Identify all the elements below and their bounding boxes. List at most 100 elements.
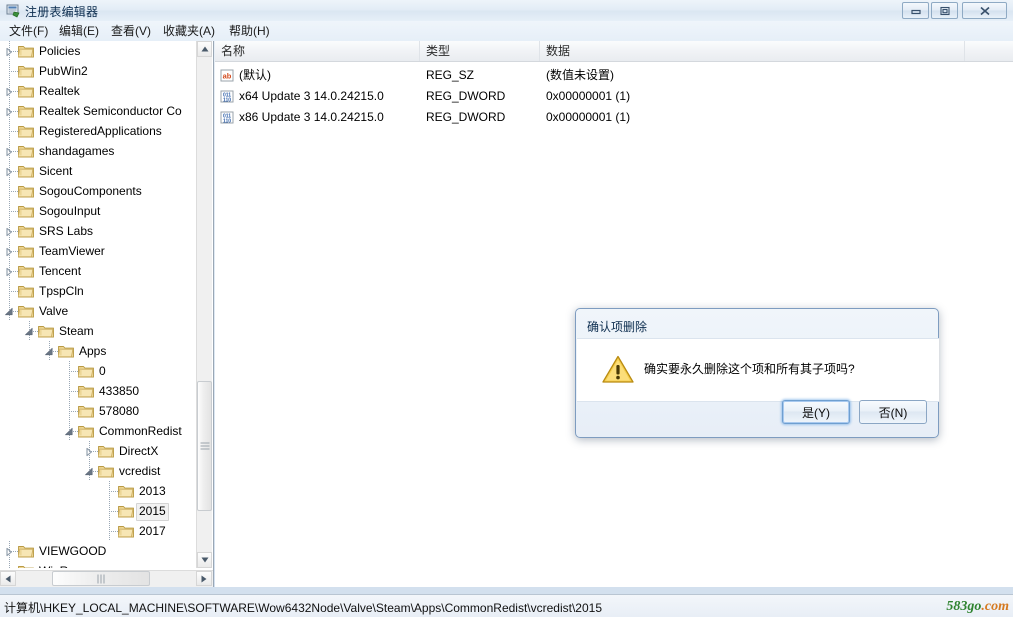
tree-item-steam[interactable]: Steam	[0, 321, 198, 341]
tree-scroll-thumb[interactable]	[197, 381, 212, 511]
tree-item-apps[interactable]: Apps	[0, 341, 198, 361]
tree-vertical-scrollbar[interactable]	[196, 41, 212, 568]
folder-icon	[77, 384, 94, 398]
value-row[interactable]: 011 110 x86 Update 3 14.0.24215.0 REG_DWORD…	[215, 107, 1013, 128]
collapse-arrow-icon[interactable]	[64, 426, 74, 436]
column-header-type[interactable]: 类型	[420, 41, 540, 61]
tree-item-433850[interactable]: 433850	[0, 381, 198, 401]
tree-item-directx[interactable]: DirectX	[0, 441, 198, 461]
folder-icon	[17, 104, 34, 118]
value-name: x86 Update 3 14.0.24215.0	[239, 110, 384, 124]
tree-item-2013[interactable]: 2013	[0, 481, 198, 501]
expand-arrow-icon[interactable]	[4, 246, 14, 257]
collapse-arrow-icon[interactable]	[4, 306, 14, 316]
tree-item-realtek[interactable]: Realtek	[0, 81, 198, 101]
tree-item-policies[interactable]: Policies	[0, 41, 198, 61]
tree-item-winrear[interactable]: WinRear	[0, 561, 198, 568]
expand-arrow-icon[interactable]	[4, 226, 14, 237]
tree-item-tencent[interactable]: Tencent	[0, 261, 198, 281]
menu-item-favorites[interactable]: 收藏夹(A)	[158, 23, 220, 39]
value-row[interactable]: 011 110 x64 Update 3 14.0.24215.0 REG_DWORD…	[215, 86, 1013, 107]
tree-guide-line	[69, 371, 78, 372]
registry-tree[interactable]: Policies PubWin2 Realtek Realtek Semiconduc…	[0, 41, 198, 568]
folder-icon	[77, 424, 94, 438]
tree-item-label: 2015	[136, 503, 169, 521]
minimize-icon[interactable]	[902, 2, 929, 19]
expand-arrow-icon[interactable]	[4, 86, 14, 97]
folder-icon	[77, 404, 94, 418]
scroll-left-arrow-icon[interactable]	[0, 571, 16, 586]
tree-item-label: 0	[99, 364, 106, 378]
tree-horizontal-scrollbar[interactable]	[0, 570, 213, 587]
folder-icon	[17, 544, 34, 558]
registry-editor-window: 注册表编辑器 文件(F) 编辑(E) 查看(V) 收藏夹(A) 帮助(H) Po…	[0, 0, 1013, 617]
scroll-up-arrow-icon[interactable]	[197, 41, 212, 57]
close-icon[interactable]	[962, 2, 1007, 19]
tree-item-578080[interactable]: 578080	[0, 401, 198, 421]
folder-icon	[17, 184, 34, 198]
folder-icon	[17, 224, 34, 238]
tree-item-srs-labs[interactable]: SRS Labs	[0, 221, 198, 241]
value-data: (数值未设置)	[546, 68, 614, 82]
expand-arrow-icon[interactable]	[4, 546, 14, 557]
menu-item-file-label: 文件(F)	[9, 24, 49, 38]
collapse-arrow-icon[interactable]	[84, 466, 94, 476]
collapse-arrow-icon[interactable]	[24, 326, 34, 336]
tree-item-sicent[interactable]: Sicent	[0, 161, 198, 181]
expand-arrow-icon[interactable]	[84, 446, 94, 457]
dialog-body: 确实要永久删除这个项和所有其子项吗?	[577, 338, 939, 402]
tree-item-2015[interactable]: 2015	[0, 501, 198, 521]
folder-icon	[17, 144, 34, 158]
tree-item-sogouinput[interactable]: SogouInput	[0, 201, 198, 221]
tree-item-commonredist[interactable]: CommonRedist	[0, 421, 198, 441]
value-type: REG_DWORD	[426, 89, 506, 103]
expand-arrow-icon[interactable]	[4, 146, 14, 157]
confirm-yes-button[interactable]: 是(Y)	[782, 400, 850, 424]
scroll-down-arrow-icon[interactable]	[197, 552, 212, 568]
expand-arrow-icon[interactable]	[4, 46, 14, 57]
tree-item-shandagames[interactable]: shandagames	[0, 141, 198, 161]
tree-item-0[interactable]: 0	[0, 361, 198, 381]
dword-value-icon: 011 110	[220, 89, 235, 104]
restore-icon[interactable]	[931, 2, 958, 19]
menu-item-help[interactable]: 帮助(H)	[224, 23, 275, 39]
collapse-arrow-icon[interactable]	[44, 346, 54, 356]
menu-item-file[interactable]: 文件(F)	[4, 23, 53, 39]
tree-item-label: 433850	[99, 384, 140, 398]
scroll-right-arrow-icon[interactable]	[196, 571, 212, 586]
tree-item-2017[interactable]: 2017	[0, 521, 198, 541]
tree-item-sogoucomponents[interactable]: SogouComponents	[0, 181, 198, 201]
tree-item-valve[interactable]: Valve	[0, 301, 198, 321]
confirm-delete-dialog: 确认项删除 确实要永久删除这个项和所有其子项吗? 是(Y) 否(N)	[575, 308, 939, 438]
tree-item-label: WinRear	[36, 563, 89, 568]
tree-item-teamviewer[interactable]: TeamViewer	[0, 241, 198, 261]
tree-hscroll-thumb[interactable]	[52, 571, 150, 586]
tree-item-pubwin2[interactable]: PubWin2	[0, 61, 198, 81]
tree-item-viewgood[interactable]: VIEWGOOD	[0, 541, 198, 561]
column-header-name[interactable]: 名称	[215, 41, 420, 61]
dialog-title: 确认项删除	[587, 320, 648, 334]
value-name: (默认)	[239, 68, 271, 82]
registry-tree-pane[interactable]: Policies PubWin2 Realtek Realtek Semiconduc…	[0, 41, 214, 587]
tree-item-vcredist[interactable]: vcredist	[0, 461, 198, 481]
menu-item-favorites-label: 收藏夹(A)	[163, 24, 215, 38]
column-header-data[interactable]: 数据	[540, 41, 965, 61]
tree-item-tpspcln[interactable]: TpspCln	[0, 281, 198, 301]
dialog-message: 确实要永久删除这个项和所有其子项吗?	[644, 362, 855, 376]
menu-item-edit[interactable]: 编辑(E)	[54, 23, 104, 39]
expand-arrow-icon[interactable]	[4, 266, 14, 277]
confirm-no-button[interactable]: 否(N)	[859, 400, 927, 424]
menu-item-view[interactable]: 查看(V)	[106, 23, 156, 39]
folder-icon	[17, 64, 34, 78]
expand-arrow-icon[interactable]	[4, 106, 14, 117]
folder-icon	[117, 524, 134, 538]
folder-icon	[17, 84, 34, 98]
tree-guide-line	[9, 71, 18, 72]
folder-icon	[17, 284, 34, 298]
tree-item-registeredapplications[interactable]: RegisteredApplications	[0, 121, 198, 141]
value-row[interactable]: ab (默认) REG_SZ (数值未设置)	[215, 65, 1013, 86]
watermark-tld: .com	[981, 599, 1009, 614]
tree-item-realtek-semiconductor-co[interactable]: Realtek Semiconductor Co	[0, 101, 198, 121]
expand-arrow-icon[interactable]	[4, 166, 14, 177]
menu-item-help-label: 帮助(H)	[229, 24, 270, 38]
